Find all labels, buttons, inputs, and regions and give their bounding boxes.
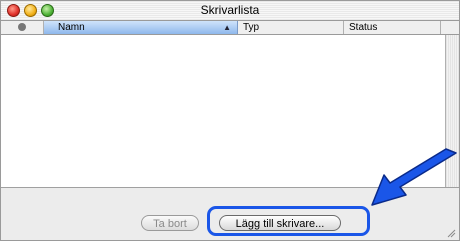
column-header-type-label: Typ — [243, 22, 260, 33]
status-indicator-column[interactable] — [1, 21, 44, 34]
resize-grip-icon[interactable] — [446, 228, 456, 238]
column-header-status[interactable]: Status — [344, 21, 441, 34]
table-header: Namn ▲ Typ Status — [1, 21, 459, 35]
sort-ascending-icon: ▲ — [223, 23, 231, 32]
column-header-type[interactable]: Typ — [238, 21, 344, 34]
window-title: Skrivarlista — [200, 3, 260, 17]
column-header-status-label: Status — [349, 22, 378, 33]
column-header-name[interactable]: Namn ▲ — [44, 21, 238, 34]
callout-arrow-icon — [371, 148, 457, 206]
add-button-highlight — [207, 206, 370, 236]
status-dot-icon — [18, 23, 26, 31]
column-header-name-label: Namn — [58, 22, 85, 33]
remove-printer-button[interactable]: Ta bort — [141, 215, 199, 231]
title-bar[interactable]: Skrivarlista — [1, 1, 459, 21]
